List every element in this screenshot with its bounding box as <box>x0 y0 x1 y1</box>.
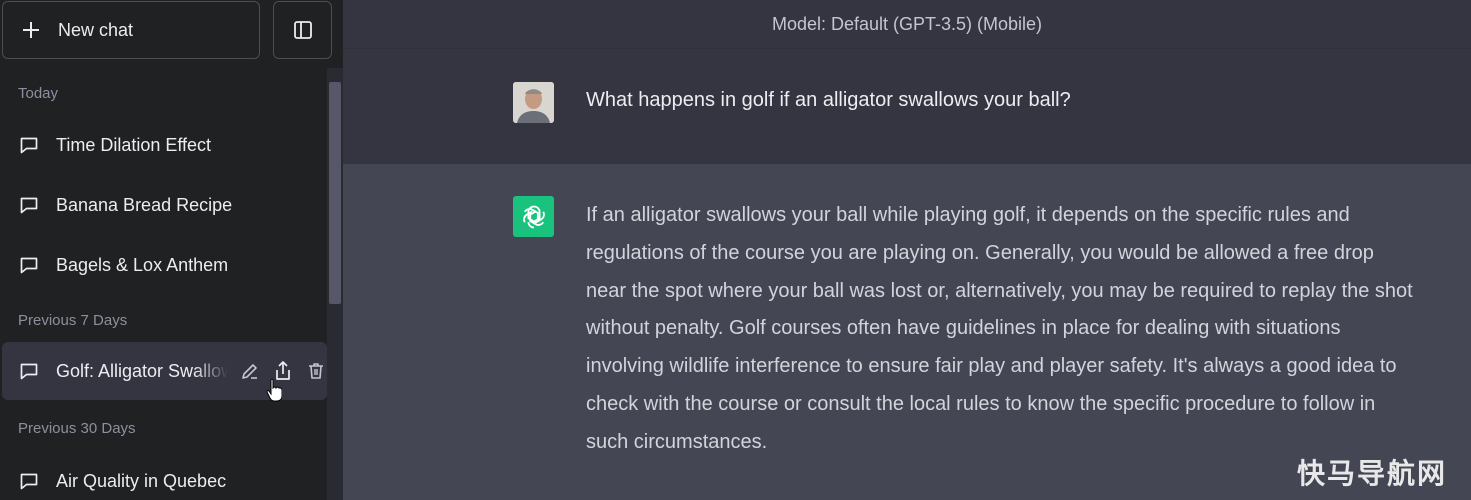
new-chat-button[interactable]: New chat <box>2 1 260 59</box>
chat-item-title: Bagels & Lox Anthem <box>56 254 229 275</box>
chat-bubble-icon <box>20 257 38 274</box>
user-message-text: What happens in golf if an alligator swa… <box>586 89 1071 111</box>
chat-item[interactable]: Banana Bread Recipe <box>2 176 327 234</box>
assistant-line: without penalty. Golf courses often have… <box>586 317 1341 340</box>
hand-cursor-icon <box>266 378 282 402</box>
section-label-previous-30-days: Previous 30 Days <box>18 420 136 437</box>
assistant-line: regulations of the course you are playin… <box>586 241 1374 264</box>
main-panel: Model: Default (GPT-3.5) (Mobile) What h… <box>343 0 1471 500</box>
chat-item[interactable]: Air Quality in Quebec <box>2 452 327 500</box>
chat-item[interactable]: Bagels & Lox Anthem <box>2 236 327 294</box>
assistant-line: If an alligator swallows your ball while… <box>586 204 1350 226</box>
sidebar-toggle-icon <box>293 21 312 39</box>
chat-item-title: Golf: Alligator Swallows Ball <box>56 360 228 381</box>
sidebar-scrollbar-thumb[interactable] <box>329 82 341 304</box>
assistant-line: check with the course or consult the loc… <box>586 392 1376 415</box>
user-message-row: What happens in golf if an alligator swa… <box>343 49 1471 164</box>
user-avatar <box>513 82 554 123</box>
assistant-message-row: If an alligator swallows your ball while… <box>343 164 1471 500</box>
section-label-today: Today <box>18 85 59 102</box>
edit-icon[interactable] <box>239 360 261 382</box>
toggle-sidebar-button[interactable] <box>273 1 332 59</box>
plus-icon <box>22 21 40 39</box>
assistant-avatar <box>513 196 554 237</box>
assistant-message-text: If an alligator swallows your ball while… <box>586 197 1471 462</box>
trash-icon[interactable] <box>305 360 327 382</box>
assistant-line: involving wildlife interference to ensur… <box>586 355 1397 378</box>
chat-item-title: Air Quality in Quebec <box>56 470 227 491</box>
chat-bubble-icon <box>20 197 38 214</box>
openai-logo-icon <box>522 205 545 228</box>
chat-item-title: Banana Bread Recipe <box>56 194 233 215</box>
chat-bubble-icon <box>20 137 38 154</box>
section-label-previous-7-days: Previous 7 Days <box>18 312 128 329</box>
new-chat-label: New chat <box>58 19 134 40</box>
model-label: Model: Default (GPT-3.5) (Mobile) <box>343 0 1471 49</box>
chat-item-title: Time Dilation Effect <box>56 134 212 155</box>
chat-item[interactable]: Time Dilation Effect <box>2 116 327 174</box>
chat-bubble-icon <box>20 363 38 380</box>
assistant-line: near the spot where your ball was lost o… <box>586 279 1413 302</box>
watermark: 快马导航网 <box>1296 458 1447 489</box>
chat-bubble-icon <box>20 473 38 490</box>
sidebar: New chat Today Time Dilation Effect Bana… <box>0 0 343 500</box>
